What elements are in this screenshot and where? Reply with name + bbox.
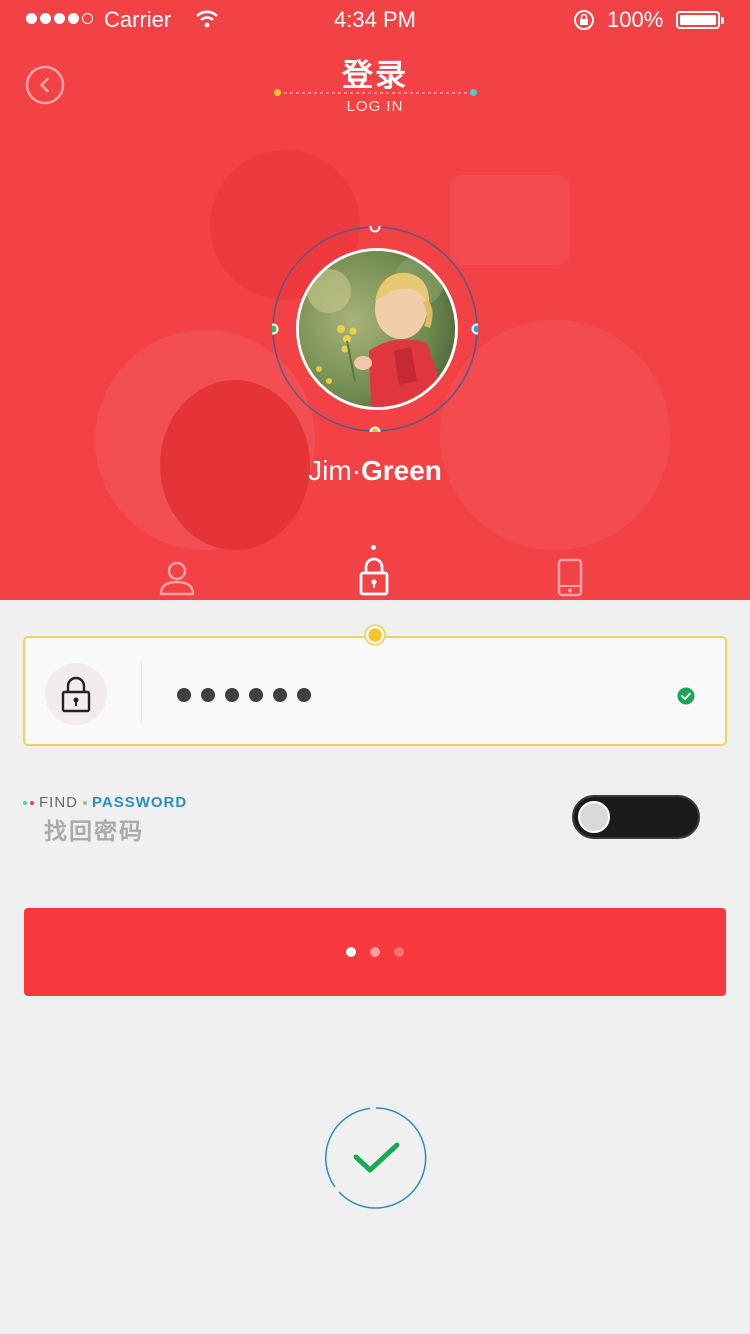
hero-header: Carrier 4:34 PM 100% 登录 LOG IN Jim·Green	[0, 0, 750, 600]
avatar-photo	[299, 251, 455, 407]
find-password-en: FIND PASSWORD	[23, 794, 187, 811]
title-decoration-dot-left	[274, 89, 281, 96]
tab-password[interactable]	[354, 556, 394, 596]
status-bar: Carrier 4:34 PM 100%	[0, 0, 750, 40]
find-password-link[interactable]: FIND PASSWORD 找回密码	[23, 794, 187, 844]
page-title: 登录	[342, 58, 408, 93]
battery-percent: 100%	[607, 7, 664, 32]
field-focus-marker	[364, 624, 386, 646]
decoration-dot	[83, 800, 87, 805]
username-last: Green	[360, 455, 442, 486]
decoration-dot	[30, 800, 34, 805]
title-decoration-line	[284, 92, 468, 94]
title-decoration-dot-right	[470, 89, 477, 96]
username: Jim·Green	[0, 455, 750, 487]
decoration-dot	[23, 800, 27, 805]
find-password-cn: 找回密码	[44, 818, 144, 844]
username-first: Jim	[308, 455, 352, 486]
loading-dot	[370, 947, 380, 957]
remember-toggle[interactable]	[572, 795, 700, 839]
password-field-icon-wrap	[45, 663, 107, 725]
confirm-check-button[interactable]	[325, 1107, 427, 1209]
active-tab-indicator	[371, 545, 376, 550]
find-word: FIND	[39, 794, 78, 811]
password-word: PASSWORD	[92, 794, 188, 811]
avatar[interactable]	[296, 248, 458, 410]
page-subtitle: LOG IN	[346, 98, 404, 115]
tab-user[interactable]	[157, 558, 197, 598]
lock-icon	[61, 676, 91, 713]
loading-dot	[394, 947, 404, 957]
field-divider	[141, 660, 142, 724]
password-field[interactable]	[23, 636, 727, 746]
valid-check-icon	[677, 687, 695, 705]
loading-dot	[346, 947, 356, 957]
toggle-knob	[578, 801, 610, 833]
password-input[interactable]	[177, 688, 311, 702]
username-separator-dot: ·	[351, 455, 361, 486]
battery-icon	[676, 11, 724, 29]
login-button[interactable]	[24, 908, 726, 996]
rotation-lock-icon	[574, 10, 594, 30]
tab-phone[interactable]	[550, 558, 590, 598]
